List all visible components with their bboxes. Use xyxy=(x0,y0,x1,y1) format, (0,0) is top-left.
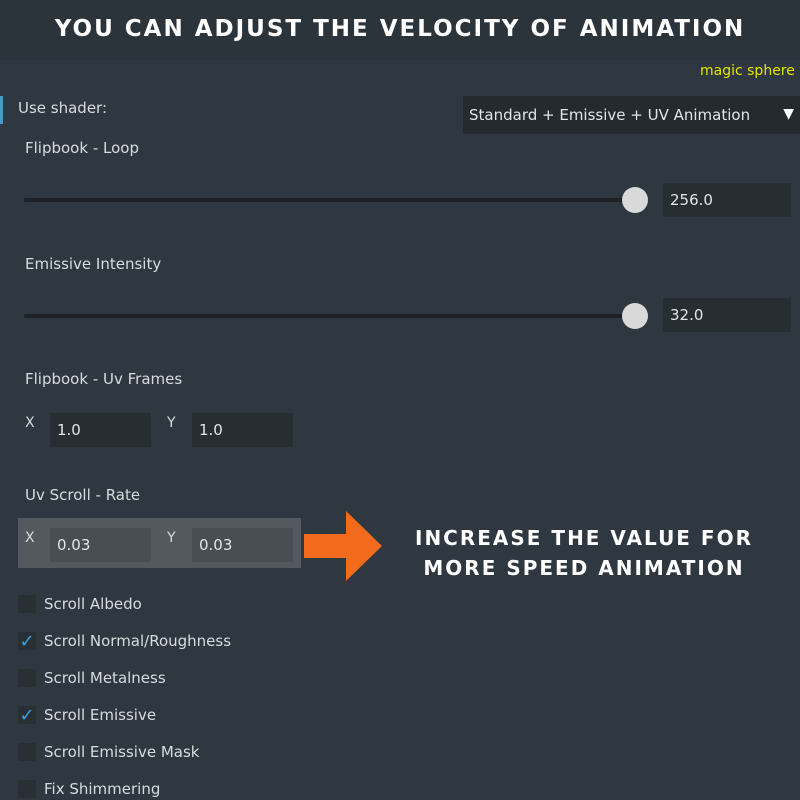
checkbox[interactable] xyxy=(18,780,36,798)
checkbox[interactable]: ✓ xyxy=(18,704,36,726)
flipbook-loop-slider-track[interactable] xyxy=(24,198,639,202)
uv-frames-y-input[interactable]: 1.0 xyxy=(192,413,293,447)
shader-label: Use shader: xyxy=(18,99,108,117)
checkbox[interactable]: ✓ xyxy=(18,630,36,652)
check-icon: ✓ xyxy=(19,704,35,726)
uv-scroll-label: Uv Scroll - Rate xyxy=(25,486,141,504)
checkbox-label: Fix Shimmering xyxy=(44,780,161,798)
checkbox-row-scroll-emissive[interactable]: ✓ Scroll Emissive xyxy=(18,703,156,727)
banner: You can adjust the velocity of animation xyxy=(0,0,800,60)
checkbox-label: Scroll Normal/Roughness xyxy=(44,632,232,650)
checkbox-row-scroll-metalness[interactable]: Scroll Metalness xyxy=(18,666,166,690)
checkbox-label: Scroll Albedo xyxy=(44,595,142,613)
right-arrow-icon xyxy=(304,511,382,581)
callout-text: Increase the value for more speed animat… xyxy=(415,526,753,580)
emissive-intensity-input[interactable]: 32.0 xyxy=(663,298,791,332)
uv-scroll-x-label: X xyxy=(25,530,35,546)
checkbox-label: Scroll Metalness xyxy=(44,669,166,687)
emissive-intensity-slider-knob[interactable] xyxy=(622,303,648,329)
flipbook-loop-label: Flipbook - Loop xyxy=(25,139,139,157)
uv-scroll-x-input[interactable]: 0.03 xyxy=(50,528,151,562)
panel-edge-indicator xyxy=(0,96,3,124)
uv-frames-x-label: X xyxy=(25,415,35,431)
flipbook-loop-input[interactable]: 256.0 xyxy=(663,183,791,217)
uv-frames-x-input[interactable]: 1.0 xyxy=(50,413,151,447)
checkbox-row-scroll-normal-roughness[interactable]: ✓ Scroll Normal/Roughness xyxy=(18,629,231,653)
shader-select-value: Standard + Emissive + UV Animation xyxy=(469,106,751,124)
checkbox-row-scroll-emissive-mask[interactable]: Scroll Emissive Mask xyxy=(18,740,199,764)
check-icon: ✓ xyxy=(19,630,35,652)
material-name: magic sphere xyxy=(700,63,795,79)
uv-scroll-y-label: Y xyxy=(167,530,176,546)
shader-select[interactable]: Standard + Emissive + UV Animation ▼ xyxy=(463,96,800,134)
checkbox[interactable] xyxy=(18,669,36,687)
checkbox-row-fix-shimmering[interactable]: Fix Shimmering xyxy=(18,777,160,800)
flipbook-loop-slider-knob[interactable] xyxy=(622,187,648,213)
checkbox[interactable] xyxy=(18,743,36,761)
triangle-down-icon: ▼ xyxy=(783,106,794,122)
emissive-intensity-slider-track[interactable] xyxy=(24,314,639,318)
banner-title: You can adjust the velocity of animation xyxy=(54,16,746,42)
checkbox[interactable] xyxy=(18,595,36,613)
checkbox-row-scroll-albedo[interactable]: Scroll Albedo xyxy=(18,592,142,616)
checkbox-label: Scroll Emissive xyxy=(44,706,157,724)
uv-scroll-y-input[interactable]: 0.03 xyxy=(192,528,293,562)
emissive-intensity-label: Emissive Intensity xyxy=(25,255,162,273)
uv-frames-y-label: Y xyxy=(167,415,176,431)
checkbox-label: Scroll Emissive Mask xyxy=(44,743,200,761)
uv-frames-label: Flipbook - Uv Frames xyxy=(25,370,183,388)
